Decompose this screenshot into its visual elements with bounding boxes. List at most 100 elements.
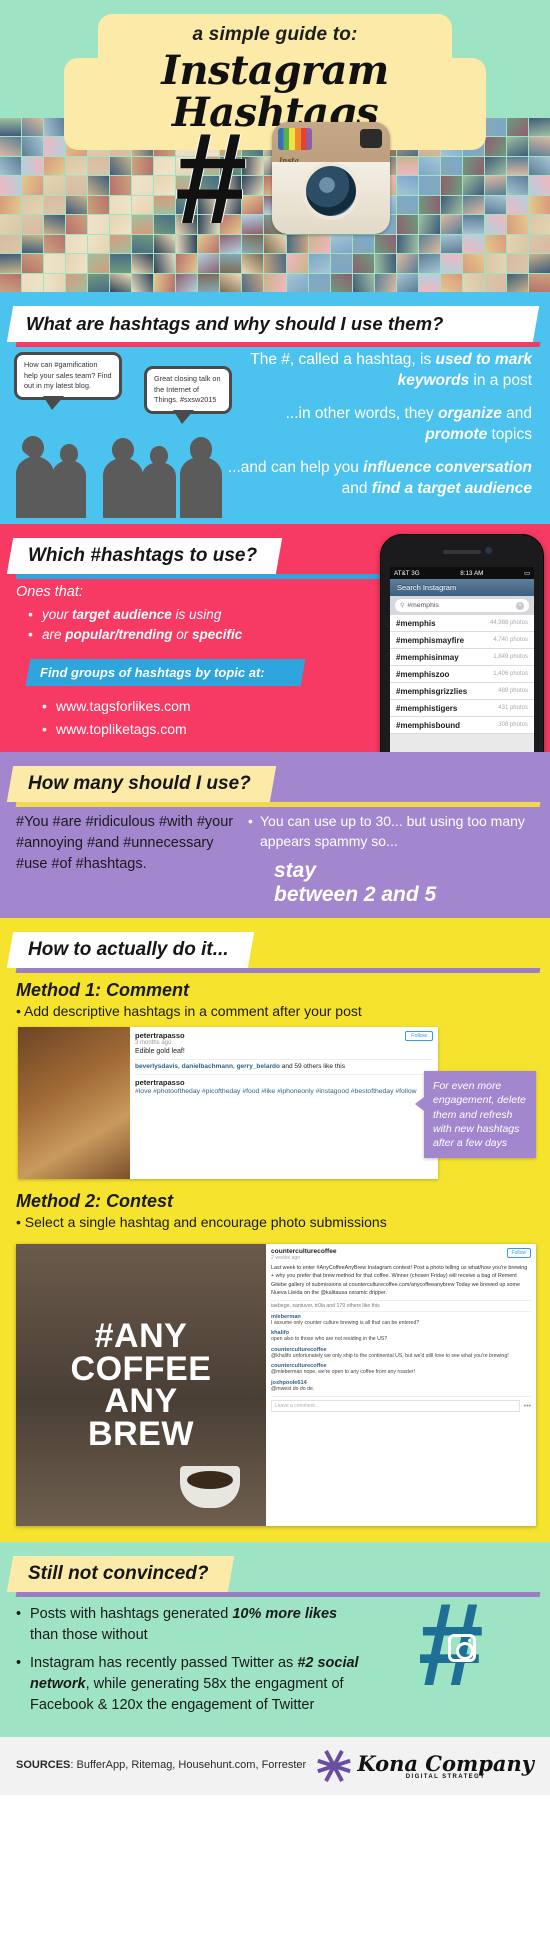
what-para-2: ...in other words, they organize and pro… bbox=[285, 404, 532, 443]
mosaic-tile bbox=[0, 234, 22, 254]
hashtag-result-row[interactable]: #memphismayfire 4,740 photos bbox=[390, 632, 534, 649]
header-section: a simple guide to: Instagram Hashtags # … bbox=[0, 0, 550, 292]
site-link-1[interactable]: www.tagsforlikes.com bbox=[16, 695, 300, 719]
mosaic-tile bbox=[374, 234, 396, 254]
section-how-many: How many should I use? #You #are #ridicu… bbox=[0, 752, 550, 919]
method1-screenshot-wrap: Follow petertrapasso 3 months ago Edible… bbox=[0, 1027, 550, 1180]
mosaic-tile bbox=[528, 234, 550, 254]
mosaic-tile bbox=[286, 254, 308, 273]
mosaic-tile bbox=[132, 273, 154, 292]
mosaic-tile bbox=[0, 118, 22, 137]
which-lead: Ones that: bbox=[16, 584, 83, 600]
mosaic-tile bbox=[418, 273, 440, 292]
post-timestamp: 3 months ago bbox=[135, 1040, 172, 1047]
post-username[interactable]: petertrapasso bbox=[135, 1031, 433, 1040]
mosaic-tile bbox=[44, 273, 66, 292]
mosaic-tile bbox=[110, 195, 132, 215]
hashtag-result-row[interactable]: #memphisinmay 1,849 photos bbox=[390, 649, 534, 666]
contest-screenshot: #ANY COFFEE ANY BREW Follow counterculturec… bbox=[16, 1244, 536, 1527]
mosaic-tile bbox=[528, 156, 550, 176]
hashtag-result-row[interactable]: #memphisgrizzlies 488 photos bbox=[390, 683, 534, 700]
mosaic-tile bbox=[66, 273, 88, 292]
what-body: How can #gamification help your sales te… bbox=[0, 350, 550, 518]
convinced-bullet-2: Instagram has recently passed Twitter as… bbox=[16, 1653, 360, 1715]
mosaic-tile bbox=[418, 234, 440, 254]
method2-title: Method 2: Contest bbox=[16, 1191, 173, 1212]
hashtag-name: #memphisbound bbox=[396, 720, 461, 730]
mosaic-tile bbox=[506, 234, 528, 254]
howmany-heading: How many should I use? bbox=[28, 773, 251, 795]
follow-button[interactable]: Follow bbox=[405, 1031, 433, 1042]
mosaic-tile bbox=[396, 176, 418, 195]
mosaic-tile bbox=[0, 215, 22, 234]
mosaic-tile bbox=[264, 273, 286, 292]
mosaic-tile bbox=[88, 176, 110, 195]
sources-label: SOURCES bbox=[16, 1759, 71, 1772]
hashtag-name: #memphis bbox=[396, 618, 436, 628]
hashtag-name: #memphisinmay bbox=[396, 652, 459, 662]
mosaic-tile bbox=[352, 273, 374, 292]
phone-search-input[interactable]: ⚲ #memphis × bbox=[395, 599, 529, 612]
mosaic-tile bbox=[352, 234, 374, 254]
mosaic-tile bbox=[308, 273, 330, 292]
hashtag-result-row[interactable]: #memphis 44,988 photos bbox=[390, 615, 534, 632]
hashtag-result-row[interactable]: #memphisbound 308 photos bbox=[390, 717, 534, 734]
mosaic-tile bbox=[220, 254, 242, 273]
mosaic-tile bbox=[484, 137, 506, 156]
which-bullet-2: are popular/trending or specific bbox=[16, 625, 300, 646]
speech-bubble-2: Great closing talk on the Internet of Th… bbox=[144, 366, 232, 424]
mosaic-tile bbox=[506, 176, 528, 195]
comment-text: I assume only counter culture brewing is… bbox=[271, 1319, 420, 1326]
hashtag-photo-count: 4,740 photos bbox=[493, 637, 528, 643]
what-text-column: The #, called a hashtag, is used to mark… bbox=[224, 350, 544, 500]
contest-follow-button[interactable]: Follow bbox=[506, 1248, 531, 1259]
sources-text: SOURCES: BufferApp, Ritemag, Househunt.c… bbox=[16, 1759, 307, 1772]
rainbow-stripe bbox=[278, 128, 312, 150]
mosaic-tile bbox=[132, 254, 154, 273]
contest-username[interactable]: counterculturecoffee bbox=[271, 1248, 531, 1255]
clear-icon[interactable]: × bbox=[516, 601, 524, 610]
convinced-bullet-1: Posts with hashtags generated 10% more l… bbox=[16, 1604, 360, 1645]
search-value: #memphis bbox=[407, 602, 439, 609]
mosaic-tile bbox=[418, 215, 440, 234]
howmany-banner: How many should I use? bbox=[6, 752, 536, 803]
spam-example-text: #You #are #ridiculous #with #your #annoy… bbox=[16, 814, 234, 873]
comment-input[interactable]: Leave a comment... bbox=[271, 1400, 520, 1413]
howto-banner: How to actually do it... bbox=[6, 918, 536, 969]
battery-icon: ▭ bbox=[524, 569, 530, 577]
mosaic-tile bbox=[506, 273, 528, 292]
section-which-hashtags: Which #hashtags to use? Ones that: your … bbox=[0, 524, 550, 864]
mosaic-tile bbox=[198, 273, 220, 292]
mosaic-tile bbox=[0, 156, 22, 176]
comment-username[interactable]: petertrapasso bbox=[135, 1078, 433, 1087]
mosaic-tile bbox=[22, 118, 44, 137]
mosaic-tile bbox=[506, 195, 528, 215]
hashtag-photo-count: 431 photos bbox=[498, 705, 528, 711]
instagram-camera-icon: Insta bbox=[272, 122, 390, 234]
contest-photo: #ANY COFFEE ANY BREW bbox=[16, 1244, 266, 1527]
mosaic-tile bbox=[66, 195, 88, 215]
mosaic-tile bbox=[154, 195, 176, 215]
hashtag-result-row[interactable]: #memphiszoo 1,406 photos bbox=[390, 666, 534, 683]
hashtag-glyph: # bbox=[175, 105, 248, 251]
mosaic-tile bbox=[88, 273, 110, 292]
mosaic-tile bbox=[440, 215, 462, 234]
mosaic-tile bbox=[440, 273, 462, 292]
mosaic-tile bbox=[528, 215, 550, 234]
more-options-icon[interactable]: ••• bbox=[524, 1403, 531, 1410]
hashtag-result-row[interactable]: #memphistigers 431 photos bbox=[390, 700, 534, 717]
mosaic-tile bbox=[484, 156, 506, 176]
mosaic-tile bbox=[462, 215, 484, 234]
mosaic-tile bbox=[44, 118, 66, 137]
mosaic-tile bbox=[132, 215, 154, 234]
mosaic-tile bbox=[44, 176, 66, 195]
coffee-cup bbox=[180, 1466, 240, 1509]
site-link-2[interactable]: www.topliketags.com bbox=[16, 718, 300, 742]
hashtag-name: #memphismayfire bbox=[396, 635, 465, 645]
mosaic-tile bbox=[22, 195, 44, 215]
badge-hash-glyph: # bbox=[418, 1579, 484, 1712]
mosaic-tile bbox=[462, 156, 484, 176]
mosaic-tile bbox=[352, 254, 374, 273]
mosaic-tile bbox=[242, 273, 264, 292]
mosaic-tile bbox=[66, 156, 88, 176]
